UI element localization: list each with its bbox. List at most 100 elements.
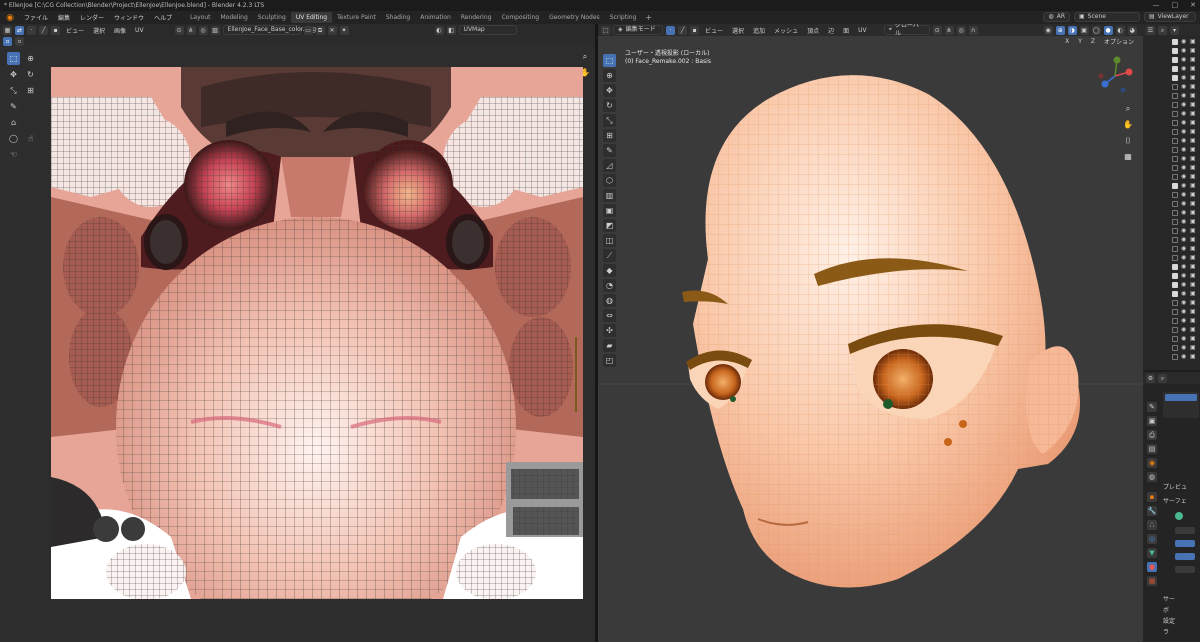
checkbox-icon[interactable] [1172, 336, 1178, 342]
tab-animation[interactable]: Animation [415, 12, 456, 23]
eye-icon[interactable]: ◉ [1181, 146, 1186, 153]
camera-icon[interactable]: ▣ [1190, 290, 1196, 297]
camera-icon[interactable]: ▣ [1190, 173, 1196, 180]
outliner-row[interactable]: ◉ ▣ [1143, 326, 1200, 335]
transform-tool-icon[interactable]: ⊞ [24, 84, 37, 97]
object-tab-icon[interactable]: ▪ [1147, 492, 1157, 502]
surface-socket-icon[interactable] [1175, 512, 1183, 520]
view-layer-tab-icon[interactable]: ▤ [1147, 444, 1157, 454]
vp-knife-icon[interactable]: ⟋ [603, 249, 616, 262]
properties-search-icon[interactable]: ⌕ [1158, 373, 1167, 383]
tab-sculpting[interactable]: Sculpting [253, 12, 291, 23]
vp-camera-icon[interactable]: ⌷ [1123, 136, 1133, 146]
outliner-row[interactable]: ◉ ▣ [1143, 110, 1200, 119]
outliner-row[interactable]: ◉ ▣ [1143, 209, 1200, 218]
shading-material-icon[interactable]: ◐ [1115, 25, 1125, 35]
checkbox-icon[interactable] [1172, 255, 1178, 261]
snap-toggle-icon[interactable]: ⋔ [944, 25, 954, 35]
outliner-row[interactable]: ◉ ▣ [1143, 146, 1200, 155]
image-new-icon[interactable]: ⧉ [315, 25, 325, 35]
tab-scripting[interactable]: Scripting [605, 12, 642, 23]
vertex-mode-icon[interactable]: · [666, 25, 675, 35]
camera-icon[interactable]: ▣ [1190, 236, 1196, 243]
eye-icon[interactable]: ◉ [1181, 38, 1186, 45]
eye-icon[interactable]: ◉ [1181, 245, 1186, 252]
outliner-row[interactable]: ◉ ▣ [1143, 218, 1200, 227]
world-tab-icon[interactable]: ◍ [1147, 472, 1157, 482]
navigation-gizmo[interactable] [1095, 56, 1135, 96]
outliner-row[interactable]: ◉ ▣ [1143, 74, 1200, 83]
eye-icon[interactable]: ◉ [1181, 317, 1186, 324]
physics-tab-icon[interactable]: ◎ [1147, 534, 1157, 544]
tab-compositing[interactable]: Compositing [496, 12, 544, 23]
checkbox-icon[interactable] [1172, 345, 1178, 351]
eye-icon[interactable]: ◉ [1181, 227, 1186, 234]
camera-icon[interactable]: ▣ [1190, 182, 1196, 189]
vp-menu-select[interactable]: 選択 [729, 26, 747, 35]
vp-menu-view[interactable]: ビュー [702, 26, 726, 35]
vp-pan-icon[interactable]: ✋ [1123, 120, 1133, 130]
overlay-toggle-icon[interactable]: ◑ [1067, 25, 1077, 35]
vp-measure-tool-icon[interactable]: ◿ [603, 159, 616, 172]
eye-icon[interactable]: ◉ [1181, 56, 1186, 63]
eye-icon[interactable]: ◉ [1181, 101, 1186, 108]
axis-y-toggle[interactable]: Y [1075, 38, 1085, 45]
camera-icon[interactable]: ▣ [1190, 326, 1196, 333]
eye-icon[interactable]: ◉ [1181, 353, 1186, 360]
vp-rotate-tool-icon[interactable]: ↻ [603, 99, 616, 112]
checkbox-icon[interactable] [1172, 291, 1178, 297]
eye-icon[interactable]: ◉ [1181, 281, 1186, 288]
outliner-row[interactable]: ◉ ▣ [1143, 191, 1200, 200]
camera-icon[interactable]: ▣ [1190, 353, 1196, 360]
edge-mode-icon[interactable]: ╱ [678, 25, 687, 35]
checkbox-icon[interactable] [1172, 165, 1178, 171]
checkbox-icon[interactable] [1172, 48, 1178, 54]
menu-edit[interactable]: 編集 [53, 13, 75, 22]
checkbox-icon[interactable] [1172, 129, 1178, 135]
xray-toggle-icon[interactable]: ▣ [1079, 25, 1089, 35]
property-field-1[interactable] [1175, 527, 1195, 534]
uv-select-extend-icon[interactable]: ▫ [15, 36, 24, 46]
vp-select-tool-icon[interactable]: ⬚ [603, 54, 616, 67]
outliner-row[interactable]: ◉ ▣ [1143, 200, 1200, 209]
snap-icon[interactable]: ⋔ [186, 25, 196, 35]
data-tab-icon[interactable]: ▼ [1147, 548, 1157, 558]
select-box-tool-icon[interactable]: ⬚ [7, 52, 20, 65]
uv-menu-uv[interactable]: UV [132, 27, 147, 34]
checkbox-icon[interactable] [1172, 75, 1178, 81]
camera-icon[interactable]: ▣ [1190, 164, 1196, 171]
outliner-row[interactable]: ◉ ▣ [1143, 308, 1200, 317]
vp-edge-slide-icon[interactable]: ⇔ [603, 309, 616, 322]
outliner-row[interactable]: ◉ ▣ [1143, 128, 1200, 137]
checkbox-icon[interactable] [1172, 219, 1178, 225]
camera-icon[interactable]: ▣ [1190, 200, 1196, 207]
options-menu[interactable]: オプション [1101, 37, 1137, 46]
scene-tab-icon[interactable]: ◉ [1147, 458, 1157, 468]
eye-icon[interactable]: ◉ [1181, 74, 1186, 81]
camera-icon[interactable]: ▣ [1190, 299, 1196, 306]
rotate-tool-icon[interactable]: ↻ [24, 68, 37, 81]
outliner-row[interactable]: ◉ ▣ [1143, 65, 1200, 74]
edge-select-icon[interactable]: ╱ [39, 25, 48, 35]
vp-zoom-icon[interactable]: ⌕ [1123, 104, 1133, 114]
vp-scale-tool-icon[interactable]: ⤡ [603, 114, 616, 127]
material-tab-icon[interactable]: ● [1147, 562, 1157, 572]
eye-icon[interactable]: ◉ [1181, 128, 1186, 135]
blender-logo-icon[interactable]: ◉ [4, 12, 16, 24]
checkbox-icon[interactable] [1172, 102, 1178, 108]
outliner-row[interactable]: ◉ ▣ [1143, 281, 1200, 290]
camera-icon[interactable]: ▣ [1190, 101, 1196, 108]
camera-icon[interactable]: ▣ [1190, 335, 1196, 342]
camera-icon[interactable]: ▣ [1190, 272, 1196, 279]
particles-tab-icon[interactable]: ∴ [1147, 520, 1157, 530]
checkbox-icon[interactable] [1172, 66, 1178, 72]
pivot-icon[interactable]: ⊙ [174, 25, 184, 35]
camera-icon[interactable]: ▣ [1190, 308, 1196, 315]
pinch-tool-icon[interactable]: ☜ [7, 148, 20, 161]
cursor-tool-icon[interactable]: ⊕ [24, 52, 37, 65]
checkbox-icon[interactable] [1172, 183, 1178, 189]
outliner-search-icon[interactable]: ▾ [1170, 25, 1179, 35]
mode-selector[interactable]: ◈ 編集モード [613, 25, 663, 35]
uv-menu-view[interactable]: ビュー [63, 26, 87, 35]
menu-render[interactable]: レンダー [75, 13, 109, 22]
